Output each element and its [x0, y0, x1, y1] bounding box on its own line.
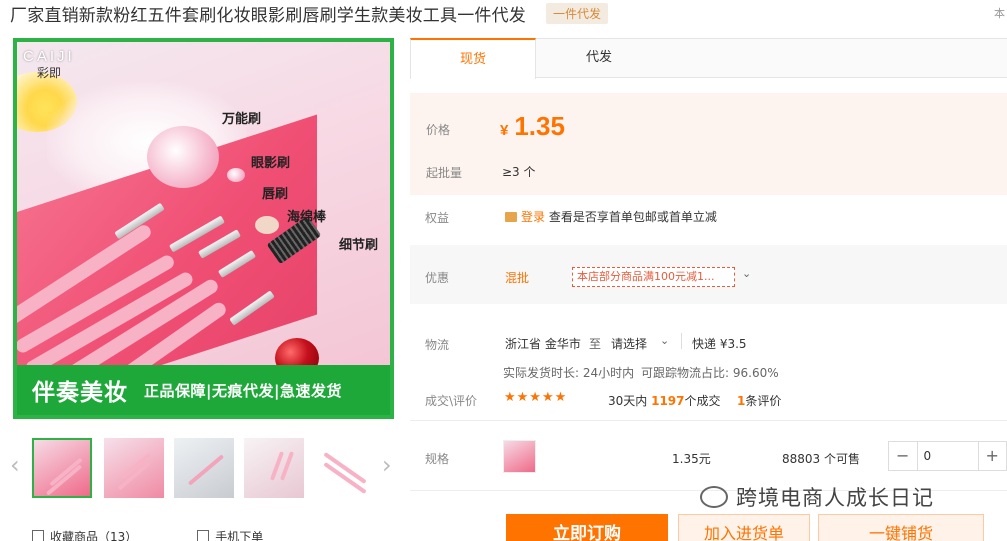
rating-stars: ★★★★★	[504, 390, 568, 405]
minus-button[interactable]: −	[889, 442, 917, 470]
quantity-input[interactable]	[916, 442, 979, 470]
one-click-list-button[interactable]: 一键铺货	[818, 514, 984, 541]
price-label: 价格	[426, 123, 451, 137]
thumbnail-4[interactable]	[244, 438, 304, 498]
coupon-box[interactable]: 本店部分商品满100元减1...	[572, 267, 735, 287]
thumbnail-1[interactable]	[32, 438, 92, 498]
promo-label: 优惠	[425, 271, 450, 285]
add-to-cart-button[interactable]: 加入进货单	[678, 514, 810, 541]
sponge-tip	[255, 216, 279, 234]
thumbnail-5[interactable]	[314, 438, 374, 498]
dropship-tag: 一件代发	[546, 2, 609, 24]
tab-dropship[interactable]: 代发	[536, 38, 662, 78]
benefits-desc: 查看是否享首单包邮或首单立减	[548, 210, 717, 224]
label-eyeshadow-brush: 眼影刷	[251, 156, 291, 171]
plus-button[interactable]: +	[979, 442, 1007, 470]
mixed-batch-tag: 混批	[505, 271, 530, 285]
label-universal-brush: 万能刷	[222, 112, 262, 127]
reviews-suffix: 条评价	[745, 394, 782, 408]
deals-label: 成交\评价	[425, 394, 478, 408]
price-amount: 1.35	[514, 111, 565, 141]
chevron-down-icon[interactable]: ⌄	[660, 334, 669, 347]
to-word: 至	[589, 337, 602, 351]
banner-title: 伴奏美妆	[32, 380, 128, 406]
chevron-down-icon[interactable]: ⌄	[742, 267, 751, 280]
price-value: ¥1.35	[500, 111, 565, 142]
thumbnail-3[interactable]	[174, 438, 234, 498]
product-title-bar: 厂家直销新款粉红五件套刷化妆眼影刷唇刷学生款美妆工具一件代发 一件代发	[10, 0, 609, 26]
divider	[410, 420, 1007, 421]
deals-summary: 30天内 1197个成交	[608, 392, 721, 409]
logistics-label: 物流	[425, 338, 450, 352]
deals-count: 1197	[651, 394, 685, 408]
banner-guarantees: 正品保障|无痕代发|急速发货	[144, 381, 342, 400]
prev-thumbnail-icon[interactable]: ‹	[10, 450, 20, 480]
ship-time: 实际发货时长: 24小时内	[503, 366, 635, 380]
label-sponge-stick: 海绵棒	[287, 210, 327, 225]
spec-label: 规格	[425, 452, 450, 466]
quantity-stepper: − +	[888, 441, 1007, 471]
wechat-icon	[700, 486, 728, 508]
thumbnail-strip: ‹ ›	[10, 436, 400, 500]
currency-symbol: ¥	[500, 122, 509, 139]
min-order-value: ≥3 个	[502, 165, 536, 179]
mobile-order-link[interactable]: 手机下单	[197, 528, 263, 541]
brush-bristle	[147, 126, 219, 188]
brand-logo-sub: 彩即	[37, 66, 62, 80]
label-detail-brush: 细节刷	[339, 238, 379, 253]
reviews-link[interactable]: 1条评价	[737, 392, 781, 409]
ship-from: 浙江省 金华市	[505, 337, 581, 351]
ship-to-select[interactable]: 请选择	[611, 335, 647, 352]
benefits-row: 登录 查看是否享首单包邮或首单立减	[505, 208, 717, 225]
favorite-link[interactable]: 收藏商品（13）	[32, 528, 137, 541]
brush-bristle	[227, 168, 245, 182]
next-thumbnail-icon[interactable]: ›	[382, 450, 392, 480]
product-title: 厂家直销新款粉红五件套刷化妆眼影刷唇刷学生款美妆工具一件代发	[10, 5, 526, 26]
watermark: 跨境电商人成长日记	[700, 482, 934, 512]
order-now-button[interactable]: 立即订购	[506, 514, 668, 541]
login-icon	[505, 212, 517, 222]
main-product-image[interactable]: CAIJI 彩即 万能刷 眼影刷 唇刷 海绵棒 细节刷 伴奏美妆 正品保障|无痕…	[13, 38, 394, 419]
price-section: 价格 ¥1.35 起批量 ≥3 个	[410, 93, 1007, 195]
promo-banner: 伴奏美妆 正品保障|无痕代发|急速发货	[17, 365, 390, 415]
deals-prefix: 30天内	[608, 394, 648, 408]
sku-thumbnail[interactable]	[503, 440, 536, 473]
min-order-label: 起批量	[426, 166, 463, 180]
label-lip-brush: 唇刷	[262, 187, 289, 202]
mobile-order-label: 手机下单	[215, 530, 264, 541]
thumbnail-2[interactable]	[104, 438, 164, 498]
login-link[interactable]: 登录	[521, 210, 545, 224]
sku-price: 1.35元	[672, 452, 711, 466]
qr-code-icon	[197, 530, 210, 541]
trace-rate: 可跟踪物流占比: 96.60%	[641, 366, 779, 380]
tab-in-stock[interactable]: 现货	[410, 38, 536, 79]
star-icon	[32, 530, 44, 541]
express-fee: 快递 ¥3.5	[692, 337, 747, 351]
stock-tabs: 现货 代发	[410, 38, 1007, 79]
brand-logo: CAIJI	[23, 48, 75, 65]
sku-stock: 88803 个可售	[782, 452, 860, 466]
divider	[681, 333, 682, 349]
watermark-text: 跨境电商人成长日记	[736, 486, 934, 510]
product-links: 收藏商品（13） 手机下单	[32, 528, 263, 541]
benefits-label: 权益	[425, 211, 450, 225]
deals-suffix: 个成交	[684, 394, 721, 408]
top-right-text: 本	[994, 7, 1005, 20]
favorite-label: 收藏商品（13）	[50, 530, 138, 541]
